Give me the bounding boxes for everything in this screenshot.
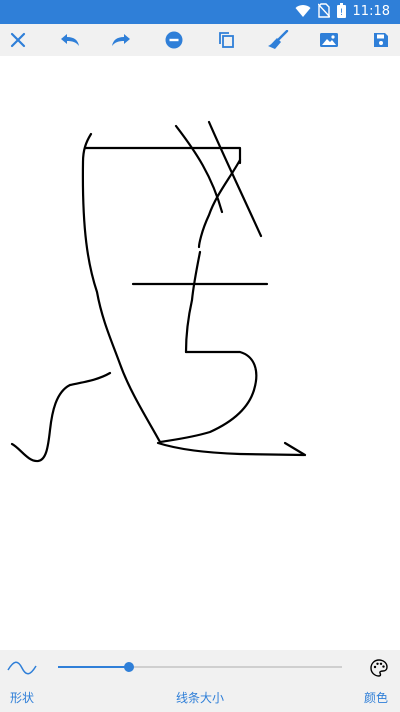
- ink-stroke: [158, 350, 258, 444]
- slider-fill: [58, 666, 129, 668]
- wifi-icon: [295, 3, 311, 22]
- line-size-label: 线条大小: [175, 691, 224, 705]
- ink-stroke: [156, 441, 306, 457]
- remove-icon: [165, 31, 183, 49]
- ink-stroke: [283, 441, 307, 457]
- drawing-strokes: [10, 120, 307, 463]
- battery-icon: !: [336, 2, 346, 22]
- shape-button[interactable]: [6, 658, 38, 678]
- status-icons: ! 11:18: [295, 2, 390, 22]
- redo-icon: [112, 34, 130, 46]
- no-sim-icon: [317, 2, 331, 22]
- drawing-canvas[interactable]: [0, 56, 400, 650]
- close-button[interactable]: [5, 28, 31, 52]
- palette-icon: [370, 659, 388, 677]
- copy-button[interactable]: [213, 28, 239, 52]
- status-time: 11:18: [352, 4, 390, 19]
- save-icon: [374, 33, 388, 47]
- undo-button[interactable]: [57, 28, 83, 52]
- redo-button[interactable]: [108, 28, 134, 52]
- slider-thumb[interactable]: [124, 662, 134, 672]
- status-bar: ! 11:18: [0, 0, 400, 24]
- undo-icon: [61, 34, 79, 46]
- ink-stroke: [81, 132, 162, 444]
- image-button[interactable]: [316, 28, 342, 52]
- clear-brush-icon: [268, 30, 289, 49]
- wave-icon: [7, 661, 37, 675]
- ink-stroke: [184, 250, 202, 354]
- ink-stroke: [207, 120, 263, 238]
- ink-stroke: [83, 146, 242, 165]
- remove-button[interactable]: [161, 28, 187, 52]
- close-icon: [10, 32, 26, 48]
- toolbar: [0, 24, 400, 56]
- save-button[interactable]: [368, 28, 394, 52]
- copy-icon: [219, 32, 234, 48]
- ink-stroke: [10, 371, 112, 463]
- line-size-slider[interactable]: [58, 660, 342, 674]
- image-icon: [320, 33, 338, 47]
- svg-text:!: !: [339, 8, 343, 18]
- palette-button[interactable]: [370, 659, 388, 677]
- clear-button[interactable]: [265, 28, 291, 52]
- color-label[interactable]: 颜色: [364, 690, 388, 706]
- bottom-panel: 形状 线条大小 颜色: [0, 650, 400, 712]
